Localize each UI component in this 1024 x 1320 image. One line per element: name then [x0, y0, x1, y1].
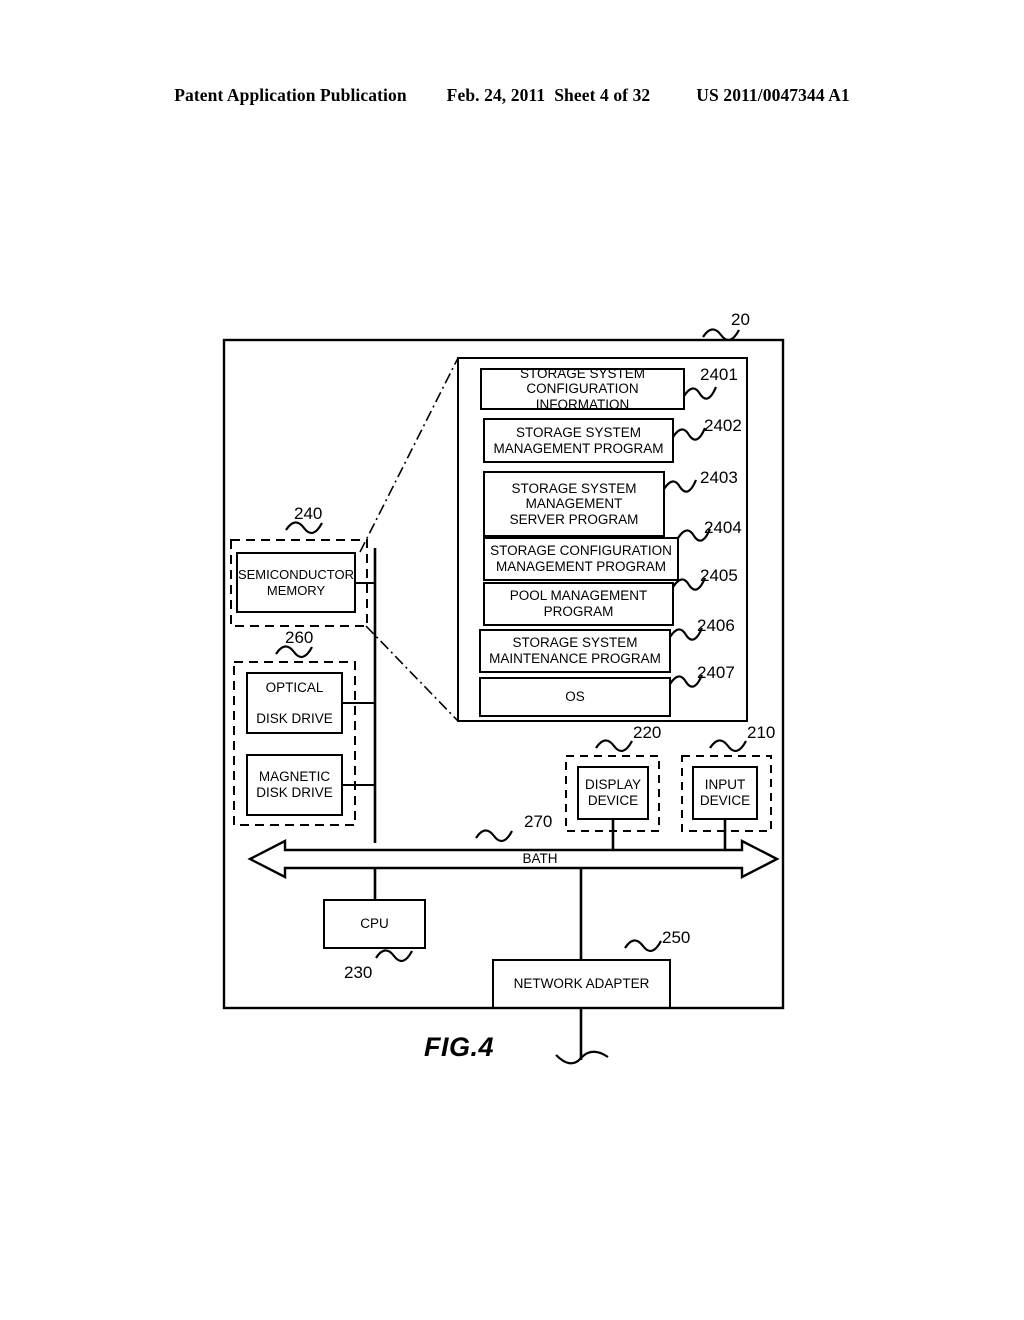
detail-label-2407: OS	[565, 689, 585, 705]
ref-leader-250	[624, 939, 662, 953]
system-bus-label: BATH	[522, 851, 558, 867]
detail-label-2402: STORAGE SYSTEM MANAGEMENT PROGRAM	[493, 424, 664, 456]
ref-leader-210	[709, 739, 747, 753]
cpu-label: CPU	[360, 916, 389, 932]
ref-leader-260	[275, 645, 313, 659]
ref-number-2401: 2401	[700, 365, 738, 384]
ref-number-220: 220	[633, 723, 662, 742]
ref-leader-2403	[663, 479, 698, 493]
ref-number-2407: 2407	[697, 663, 735, 682]
ref-leader-2401	[683, 386, 718, 400]
detail-label-2404: STORAGE CONFIGURATION MANAGEMENT PROGRAM	[490, 543, 672, 574]
ref-leader-2402	[672, 427, 707, 441]
ref-number-20: 20	[731, 310, 750, 329]
ref-number-2406: 2406	[697, 616, 735, 635]
ref-number-260: 260	[285, 628, 314, 647]
explosion-leader-bottom	[365, 625, 459, 722]
ref-number-270: 270	[524, 812, 553, 831]
display-device-label: DISPLAY DEVICE	[584, 777, 642, 808]
input-device-label: INPUT DEVICE	[699, 777, 751, 808]
ref-number-250: 250	[662, 928, 691, 947]
detail-label-2401: STORAGE SYSTEM CONFIGURATION INFORMATION	[519, 365, 646, 412]
ref-leader-240	[285, 521, 323, 535]
detail-label-2406: STORAGE SYSTEM MAINTENANCE PROGRAM	[489, 635, 661, 666]
ref-leader-230	[375, 949, 413, 963]
ref-number-240: 240	[294, 504, 323, 523]
ref-leader-20	[702, 328, 740, 342]
figure-caption: FIG.4	[424, 1032, 495, 1062]
ref-number-2402: 2402	[704, 416, 742, 435]
ref-leader-220	[595, 739, 633, 753]
ref-number-210: 210	[747, 723, 776, 742]
detail-label-2405: POOL MANAGEMENT PROGRAM	[509, 588, 648, 619]
semiconductor-memory-label: SEMICONDUCTOR MEMORY	[237, 567, 355, 598]
ref-number-2403: 2403	[700, 468, 738, 487]
optical-disk-drive-label: OPTICAL DISK DRIVE	[256, 679, 333, 726]
explosion-leader-top	[359, 357, 459, 553]
ref-number-2405: 2405	[700, 566, 738, 585]
ref-leader-270	[475, 829, 513, 843]
patent-figure-4: STORAGE SYSTEM CONFIGURATION INFORMATION…	[0, 0, 1024, 1320]
ref-number-2404: 2404	[704, 518, 742, 537]
network-adapter-label: NETWORK ADAPTER	[513, 976, 650, 992]
detail-label-2403: STORAGE SYSTEM MANAGEMENT SERVER PROGRAM	[509, 480, 639, 527]
ref-number-230: 230	[344, 963, 373, 982]
magnetic-disk-drive-label: MAGNETIC DISK DRIVE	[256, 769, 333, 800]
